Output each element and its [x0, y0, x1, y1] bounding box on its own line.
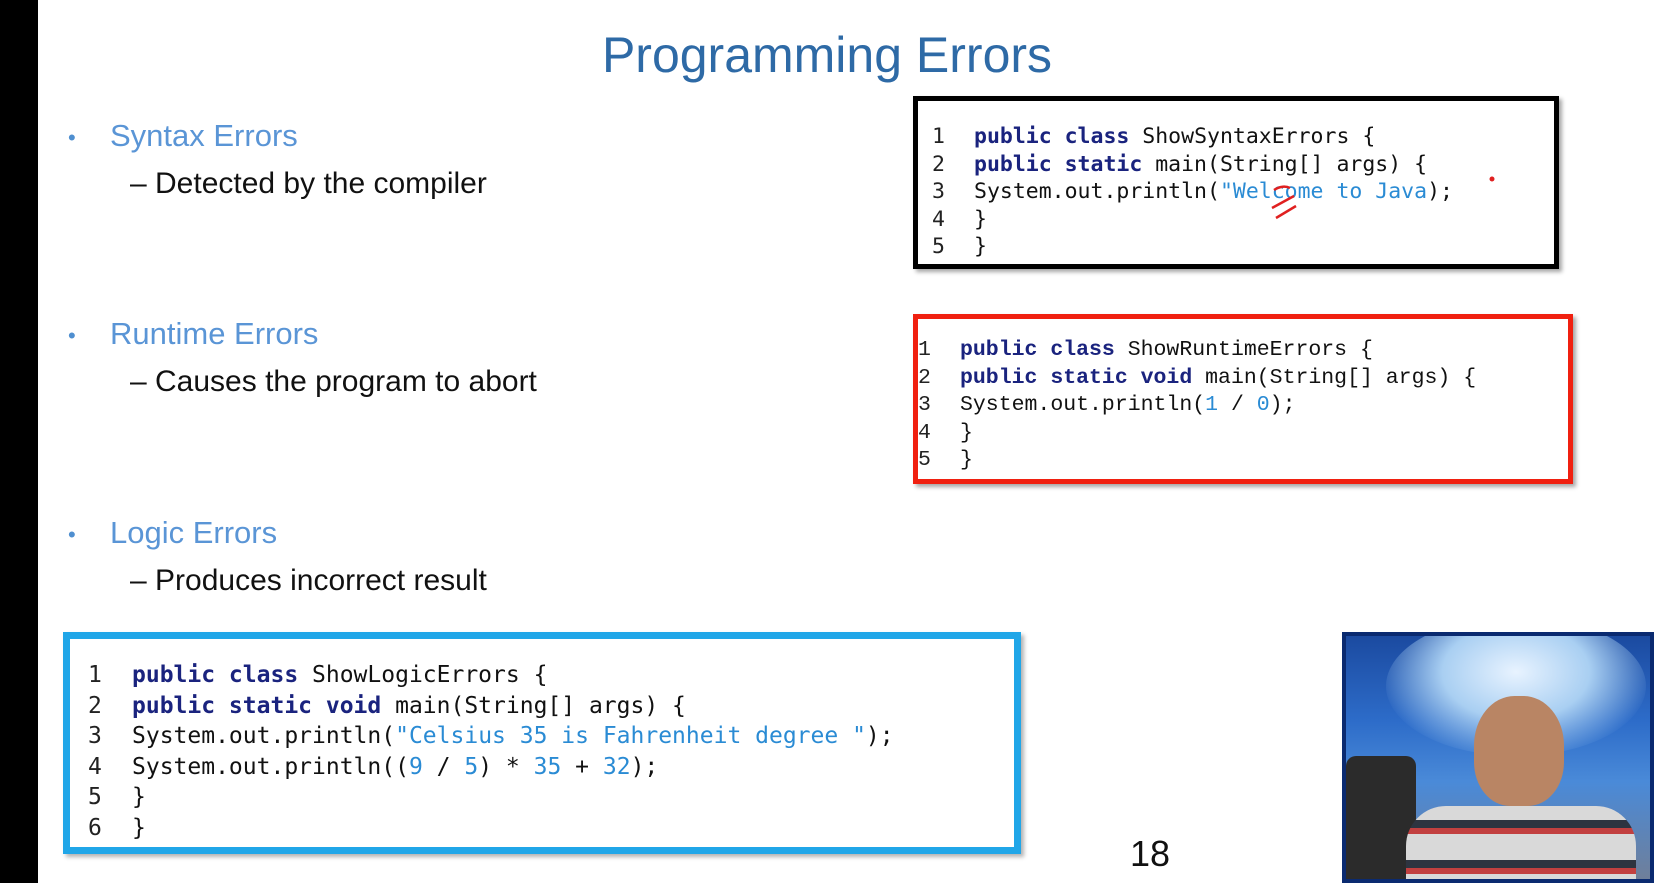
line-number: 2: [88, 692, 102, 719]
presenter-head: [1474, 696, 1564, 806]
bullet-dot: •: [68, 322, 76, 348]
page-number: 18: [1130, 833, 1171, 874]
bullet-label: Logic Errors: [110, 515, 278, 550]
code-text: }: [132, 784, 146, 810]
code-line: 2 public static void main(String[] args) …: [88, 691, 1014, 722]
bullet-runtime-errors: • Runtime Errors: [68, 316, 318, 352]
code-text: public class ShowSyntaxErrors {: [974, 124, 1376, 149]
code-line: 6}: [88, 813, 1014, 844]
line-number: 5: [918, 448, 931, 472]
line-number: 6: [88, 814, 102, 841]
code-line: 4}: [932, 206, 1554, 234]
code-text: public static void main(String[] args) {: [132, 692, 686, 719]
code-box-runtime-errors: 1 public class ShowRuntimeErrors { 2 publi…: [913, 314, 1573, 484]
line-number: 5: [88, 784, 102, 810]
code-text: public class ShowRuntimeErrors {: [960, 338, 1373, 362]
bullet-label: Syntax Errors: [110, 118, 298, 153]
code-text: System.out.println("Celsius 35 is Fahren…: [132, 723, 894, 749]
code-line: 3 System.out.println("Celsius 35 is Fahre…: [88, 721, 1014, 752]
line-number: 1: [932, 124, 945, 149]
sub-bullet-logic: – Produces incorrect result: [130, 564, 487, 597]
slide: Programming Errors • Syntax Errors – Dete…: [0, 0, 1654, 883]
code-text: System.out.println(1 / 0);: [960, 393, 1296, 417]
code-line: 5}: [918, 447, 1568, 475]
code-text: public static void main(String[] args) {: [960, 365, 1477, 390]
line-number: 5: [932, 234, 945, 259]
line-number: 1: [88, 662, 102, 688]
code-text: }: [974, 234, 987, 259]
code-text: public class ShowLogicErrors {: [132, 662, 548, 688]
line-number: 3: [88, 723, 102, 749]
code-text: System.out.println((9 / 5) * 35 + 32);: [132, 753, 659, 780]
code-text: public static main(String[] args) {: [974, 151, 1428, 177]
code-line: 2 public static void main(String[] args) …: [918, 365, 1568, 393]
code-line: 1 public class ShowLogicErrors {: [88, 660, 1014, 691]
line-number: 3: [918, 393, 931, 417]
line-number: 1: [918, 338, 931, 362]
code-text: System.out.println("Welcome to Java);: [974, 179, 1453, 204]
line-number: 3: [932, 179, 945, 204]
line-number: 4: [918, 420, 931, 445]
code-line: 4}: [918, 420, 1568, 448]
line-number: 4: [932, 206, 945, 232]
code-line: 4 System.out.println((9 / 5) * 35 + 32);: [88, 752, 1014, 783]
line-number: 2: [932, 151, 945, 177]
code-text: }: [132, 814, 146, 841]
code-line: 3 System.out.println("Welcome to Java);: [932, 178, 1554, 206]
slide-title: Programming Errors: [601, 27, 1053, 83]
code-box-syntax-errors: 1 public class ShowSyntaxErrors { 2 public…: [913, 96, 1559, 269]
code-text: }: [960, 448, 973, 472]
code-line: 1 public class ShowRuntimeErrors {: [918, 337, 1568, 365]
code-line: 1 public class ShowSyntaxErrors {: [932, 123, 1554, 151]
code-line: 2 public static main(String[] args) {: [932, 151, 1554, 179]
code-text: }: [974, 206, 987, 232]
code-text: }: [960, 420, 973, 445]
code-line: 3 System.out.println(1 / 0);: [918, 392, 1568, 420]
line-number: 4: [88, 753, 102, 780]
presenter-body: [1406, 806, 1636, 879]
bullet-syntax-errors: • Syntax Errors: [68, 118, 298, 154]
code-box-logic-errors: 1 public class ShowLogicErrors { 2 public …: [63, 632, 1021, 854]
bullet-logic-errors: • Logic Errors: [68, 515, 277, 551]
sub-bullet-runtime: – Causes the program to abort: [130, 365, 537, 398]
code-line: 5}: [88, 782, 1014, 813]
bullet-label: Runtime Errors: [110, 316, 319, 351]
presenter-webcam-video: [1342, 632, 1654, 883]
code-line: 5}: [932, 233, 1554, 261]
bullet-dot: •: [68, 124, 76, 150]
left-black-bar: [0, 0, 38, 883]
bullet-dot: •: [68, 521, 76, 547]
sub-bullet-syntax: – Detected by the compiler: [130, 167, 487, 200]
line-number: 2: [918, 365, 931, 390]
